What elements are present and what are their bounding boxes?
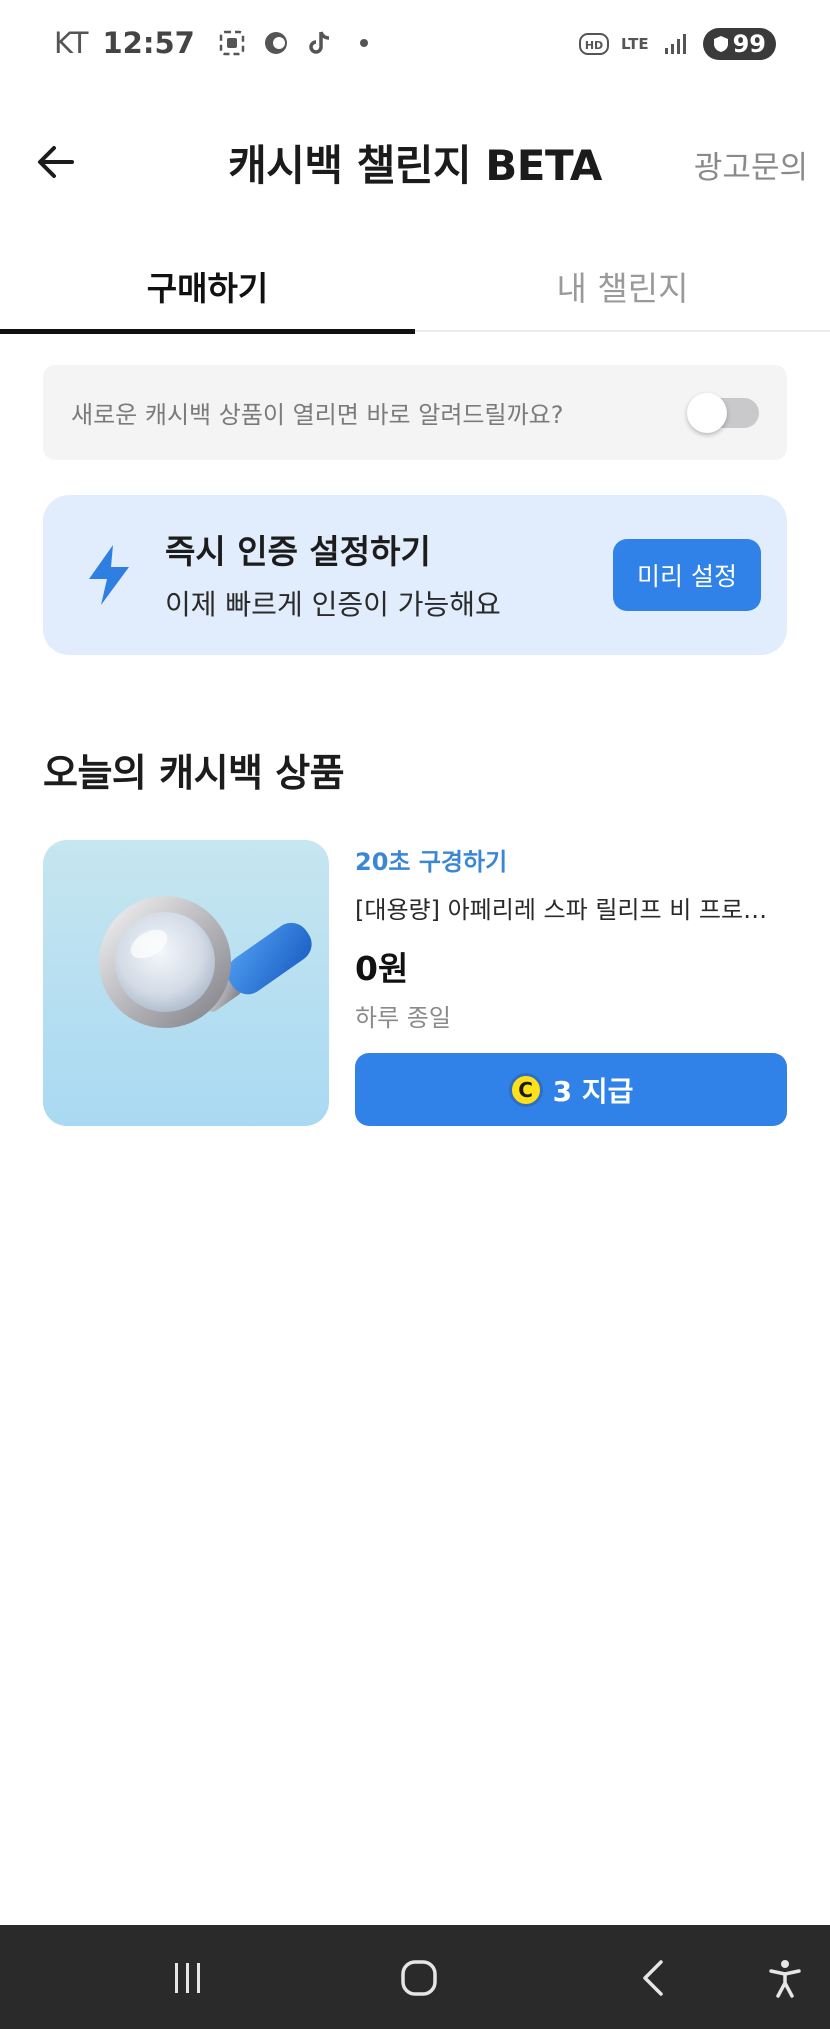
- battery-shield-icon: [713, 36, 728, 52]
- notification-icons: [217, 28, 379, 58]
- status-right: HD LTE 99: [579, 28, 776, 60]
- nav-back-button[interactable]: [628, 1953, 678, 2003]
- product-tag: 20초 구경하기: [355, 848, 508, 876]
- reward-button[interactable]: C 3 지급: [355, 1053, 787, 1126]
- notify-banner: 새로운 캐시백 상품이 열리면 바로 알려드릴까요?: [43, 365, 787, 460]
- reward-label: 3 지급: [552, 1074, 634, 1108]
- product-card: 20초 구경하기 [대용량] 아페리레 스파 릴리프 비 프로… 0원 하루 종…: [43, 840, 787, 1126]
- clock-time: 12:57: [102, 26, 195, 60]
- product-thumbnail[interactable]: [43, 840, 329, 1126]
- status-bar: KT 12:57 HD LTE 99: [0, 0, 830, 92]
- battery-level: 99: [732, 30, 766, 58]
- app-c-icon: [261, 28, 291, 58]
- recent-apps-icon: [175, 1963, 200, 1993]
- system-nav-bar: [0, 1925, 830, 2029]
- notify-text: 새로운 캐시백 상품이 열리면 바로 알려드릴까요?: [71, 401, 564, 429]
- lightning-bolt-icon: [89, 545, 129, 605]
- tiktok-icon: [305, 28, 335, 58]
- signal-icon: [661, 29, 691, 59]
- network-type: LTE: [621, 35, 649, 53]
- carrier-label: KT: [54, 26, 89, 60]
- recent-apps-button[interactable]: [163, 1953, 213, 2003]
- home-button[interactable]: [394, 1953, 444, 2003]
- tab-buy[interactable]: 구매하기: [0, 240, 415, 334]
- svg-text:HD: HD: [585, 39, 603, 52]
- accessibility-button[interactable]: [760, 1953, 810, 2003]
- app-header: 캐시백 챌린지 BETA 광고문의: [0, 112, 830, 212]
- screenshot-icon: [217, 28, 247, 58]
- notify-toggle[interactable]: [687, 392, 759, 433]
- product-period: 하루 종일: [355, 1004, 451, 1032]
- back-icon: [643, 1960, 663, 1996]
- product-name[interactable]: [대용량] 아페리레 스파 릴리프 비 프로…: [355, 890, 775, 925]
- dot-icon: [349, 28, 379, 58]
- magnifying-glass-icon: [99, 896, 312, 1028]
- tab-bar: 구매하기 내 챌린지: [0, 240, 830, 334]
- battery-indicator: 99: [702, 28, 776, 60]
- auth-title: 즉시 인증 설정하기: [165, 532, 431, 571]
- home-icon: [401, 1960, 437, 1996]
- coin-icon: C: [508, 1072, 543, 1107]
- auth-subtitle: 이제 빠르게 인증이 가능해요: [165, 588, 501, 621]
- preset-button[interactable]: 미리 설정: [613, 539, 761, 611]
- instant-auth-card: 즉시 인증 설정하기 이제 빠르게 인증이 가능해요 미리 설정: [43, 495, 787, 655]
- accessibility-icon: [769, 1960, 801, 1998]
- status-left: KT 12:57: [54, 26, 379, 60]
- product-price: 0원: [355, 949, 409, 988]
- tab-my-challenge[interactable]: 내 챌린지: [415, 240, 830, 332]
- hd-icon: HD: [579, 29, 610, 59]
- toggle-knob: [687, 392, 727, 433]
- ad-inquiry-link[interactable]: 광고문의: [694, 142, 808, 187]
- section-title: 오늘의 캐시백 상품: [43, 751, 345, 795]
